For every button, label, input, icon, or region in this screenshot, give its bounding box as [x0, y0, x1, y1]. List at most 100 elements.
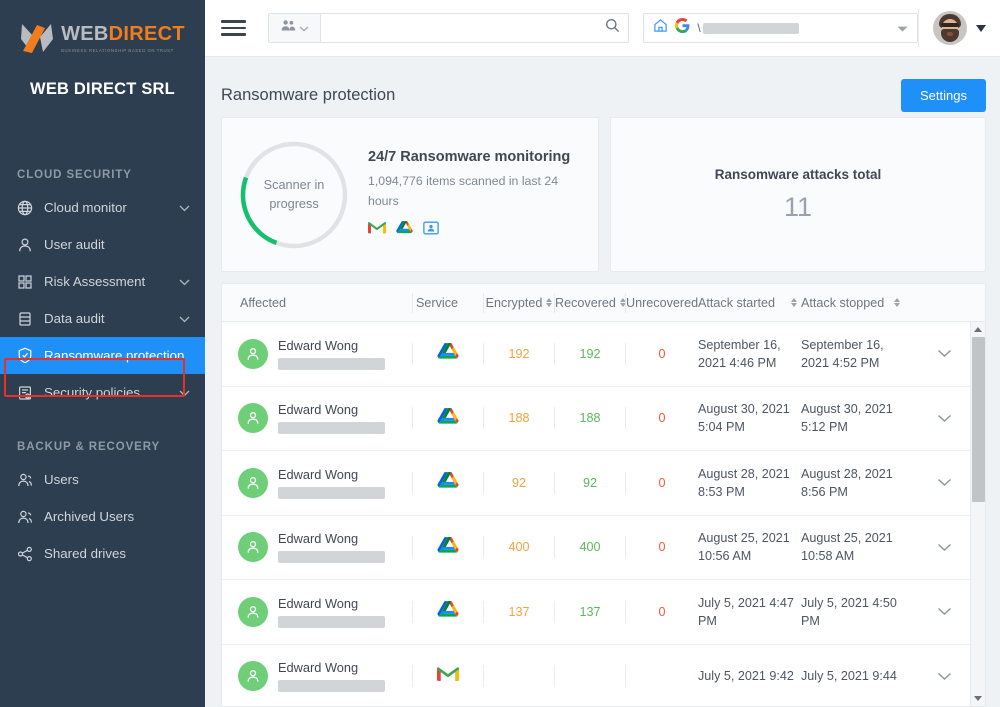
scope-selector[interactable] — [268, 13, 321, 43]
users-archive-icon — [17, 509, 36, 525]
sort-icon[interactable] — [791, 297, 797, 308]
cell-affected: Edward Wong — [222, 338, 412, 370]
search-input[interactable] — [331, 21, 606, 35]
search-box[interactable] — [320, 13, 630, 43]
cell-attack-stopped: July 5, 2021 4:50 PM — [801, 595, 897, 628]
sidebar-nav-backup-recovery: Users Archived Users Shared drives — [0, 461, 205, 572]
avatar — [238, 403, 268, 434]
google-drive-icon — [396, 220, 413, 241]
sort-icon[interactable] — [894, 297, 901, 308]
cell-encrypted: 137 — [508, 604, 530, 619]
sidebar-item-data-audit[interactable]: Data audit — [0, 300, 205, 337]
triangle-up-icon[interactable] — [974, 322, 982, 337]
column-header-attack-stopped[interactable]: Attack stopped — [801, 296, 904, 310]
cell-divider — [483, 665, 484, 688]
logo-direct-text: DIRECT — [108, 22, 185, 45]
sidebar-item-risk-assessment[interactable]: Risk Assessment — [0, 263, 205, 300]
cell-attack-started: July 5, 2021 4:47 PM — [698, 595, 794, 628]
table-row[interactable]: Edward Wong 400 400 0 August 25, 2021 10:56 … — [222, 516, 985, 580]
table-rows: Edward Wong 192 192 0 September 16, 2021 4:4… — [222, 322, 985, 706]
triangle-down-icon[interactable] — [974, 691, 982, 706]
attacks-table: Affected Service Encrypted Recovered Unr… — [221, 283, 986, 707]
page-title: Ransomware protection — [221, 85, 396, 104]
sidebar-item-label: Ransomware protection — [44, 348, 185, 363]
google-drive-icon — [437, 342, 459, 365]
scanner-info: 24/7 Ransomware monitoring 1,094,776 ite… — [368, 148, 582, 242]
settings-button[interactable]: Settings — [901, 78, 986, 112]
chevron-down-icon — [299, 19, 309, 37]
table-row[interactable]: Edward Wong July 5, 2021 9:42 July 5, 2021… — [222, 645, 985, 707]
search-icon[interactable] — [605, 18, 620, 38]
cell-recovered: 192 — [579, 346, 601, 361]
summary-cards: Scanner in progress 24/7 Ransomware moni… — [221, 117, 986, 272]
cell-unrecovered: 0 — [658, 475, 666, 490]
redacted-email-bar — [278, 680, 385, 693]
affected-user-name: Edward Wong — [278, 402, 359, 418]
sidebar-item-user-audit[interactable]: User audit — [0, 226, 205, 263]
hamburger-icon[interactable] — [221, 18, 247, 38]
people-icon — [281, 19, 296, 37]
database-icon — [17, 311, 36, 327]
content-area: Ransomware protection Settings Scanner i… — [205, 57, 1000, 707]
page-header: Ransomware protection Settings — [221, 73, 986, 117]
scan-label-line2: progress — [269, 196, 319, 211]
table-row[interactable]: Edward Wong 137 137 0 July 5, 2021 4:47 PM Ju… — [222, 580, 985, 645]
column-header-attack-started[interactable]: Attack started — [698, 296, 801, 310]
chevron-down-icon[interactable] — [897, 19, 908, 37]
sidebar-item-security-policies[interactable]: Security policies — [0, 374, 205, 411]
sidebar-item-cloud-monitor[interactable]: Cloud monitor — [0, 189, 205, 226]
redacted-email-bar — [278, 486, 385, 499]
column-header-service[interactable]: Service — [413, 296, 483, 310]
topbar: \ — [205, 0, 1000, 57]
cell-attack-stopped: August 30, 2021 5:12 PM — [801, 402, 893, 435]
attacks-total-label: Ransomware attacks total — [714, 166, 882, 182]
grid-icon — [17, 274, 36, 290]
scanner-title: 24/7 Ransomware monitoring — [368, 148, 571, 165]
scrollbar-track[interactable] — [971, 337, 985, 691]
caret-down-icon[interactable] — [976, 24, 986, 32]
affected-user-name: Edward Wong — [278, 337, 359, 353]
main-area: \ Ransomware protection Settings Scanner… — [205, 0, 1000, 707]
scrollbar-thumb[interactable] — [972, 337, 985, 502]
sidebar-item-archived-users[interactable]: Archived Users — [0, 498, 205, 535]
redacted-domain-bar — [702, 22, 799, 34]
cell-attack-stopped: August 28, 2021 8:56 PM — [801, 466, 893, 499]
redacted-email-bar — [278, 551, 385, 564]
column-label: Attack stopped — [801, 295, 885, 310]
table-row[interactable]: Edward Wong 188 188 0 August 30, 2021 5:04 P… — [222, 387, 985, 451]
scanner-subtitle: 1,094,776 items scanned in last 24 hours — [368, 174, 559, 208]
domain-selector[interactable]: \ — [643, 13, 918, 43]
redacted-email-bar — [278, 357, 385, 370]
scan-label-line1: Scanner in — [263, 178, 325, 193]
cell-service — [413, 666, 483, 686]
user-icon — [17, 237, 36, 253]
cell-attack-started: July 5, 2021 9:42 — [698, 669, 794, 684]
column-label: Attack started — [698, 295, 775, 310]
table-body: Edward Wong 192 192 0 September 16, 2021 4:4… — [222, 322, 985, 706]
column-label: Encrypted — [485, 295, 543, 310]
column-header-unrecovered[interactable]: Unrecovered — [626, 296, 698, 310]
table-row[interactable]: Edward Wong 92 92 0 August 28, 2021 8:53 PM A… — [222, 451, 985, 516]
column-header-encrypted[interactable]: Encrypted — [484, 296, 554, 310]
cell-divider — [554, 665, 555, 688]
column-header-affected[interactable]: Affected — [222, 296, 412, 310]
avatar[interactable] — [933, 11, 967, 45]
cell-attack-started: August 25, 2021 10:56 AM — [698, 531, 790, 564]
cell-attack-started: August 30, 2021 5:04 PM — [698, 402, 790, 435]
sidebar-section-backup-recovery: BACKUP & RECOVERY — [17, 441, 161, 453]
sort-icon[interactable] — [546, 297, 553, 308]
share-icon — [17, 546, 36, 562]
cell-recovered: 137 — [579, 604, 601, 619]
table-scrollbar[interactable] — [970, 322, 985, 706]
sidebar-item-ransomware-protection[interactable]: Ransomware protection — [0, 337, 205, 374]
attacks-total-value: 11 — [783, 191, 813, 222]
cell-recovered: 188 — [579, 411, 601, 426]
table-row[interactable]: Edward Wong 192 192 0 September 16, 2021 4:4… — [222, 322, 985, 387]
gmail-icon — [368, 221, 386, 240]
app-root: WEBDIRECT BUSINESS RELATIONSHIP BASED ON… — [0, 0, 1000, 707]
sidebar-item-users[interactable]: Users — [0, 461, 205, 498]
redacted-email-bar — [278, 615, 385, 628]
column-header-recovered[interactable]: Recovered — [555, 296, 626, 310]
avatar — [238, 532, 268, 563]
sidebar-item-shared-drives[interactable]: Shared drives — [0, 535, 205, 572]
